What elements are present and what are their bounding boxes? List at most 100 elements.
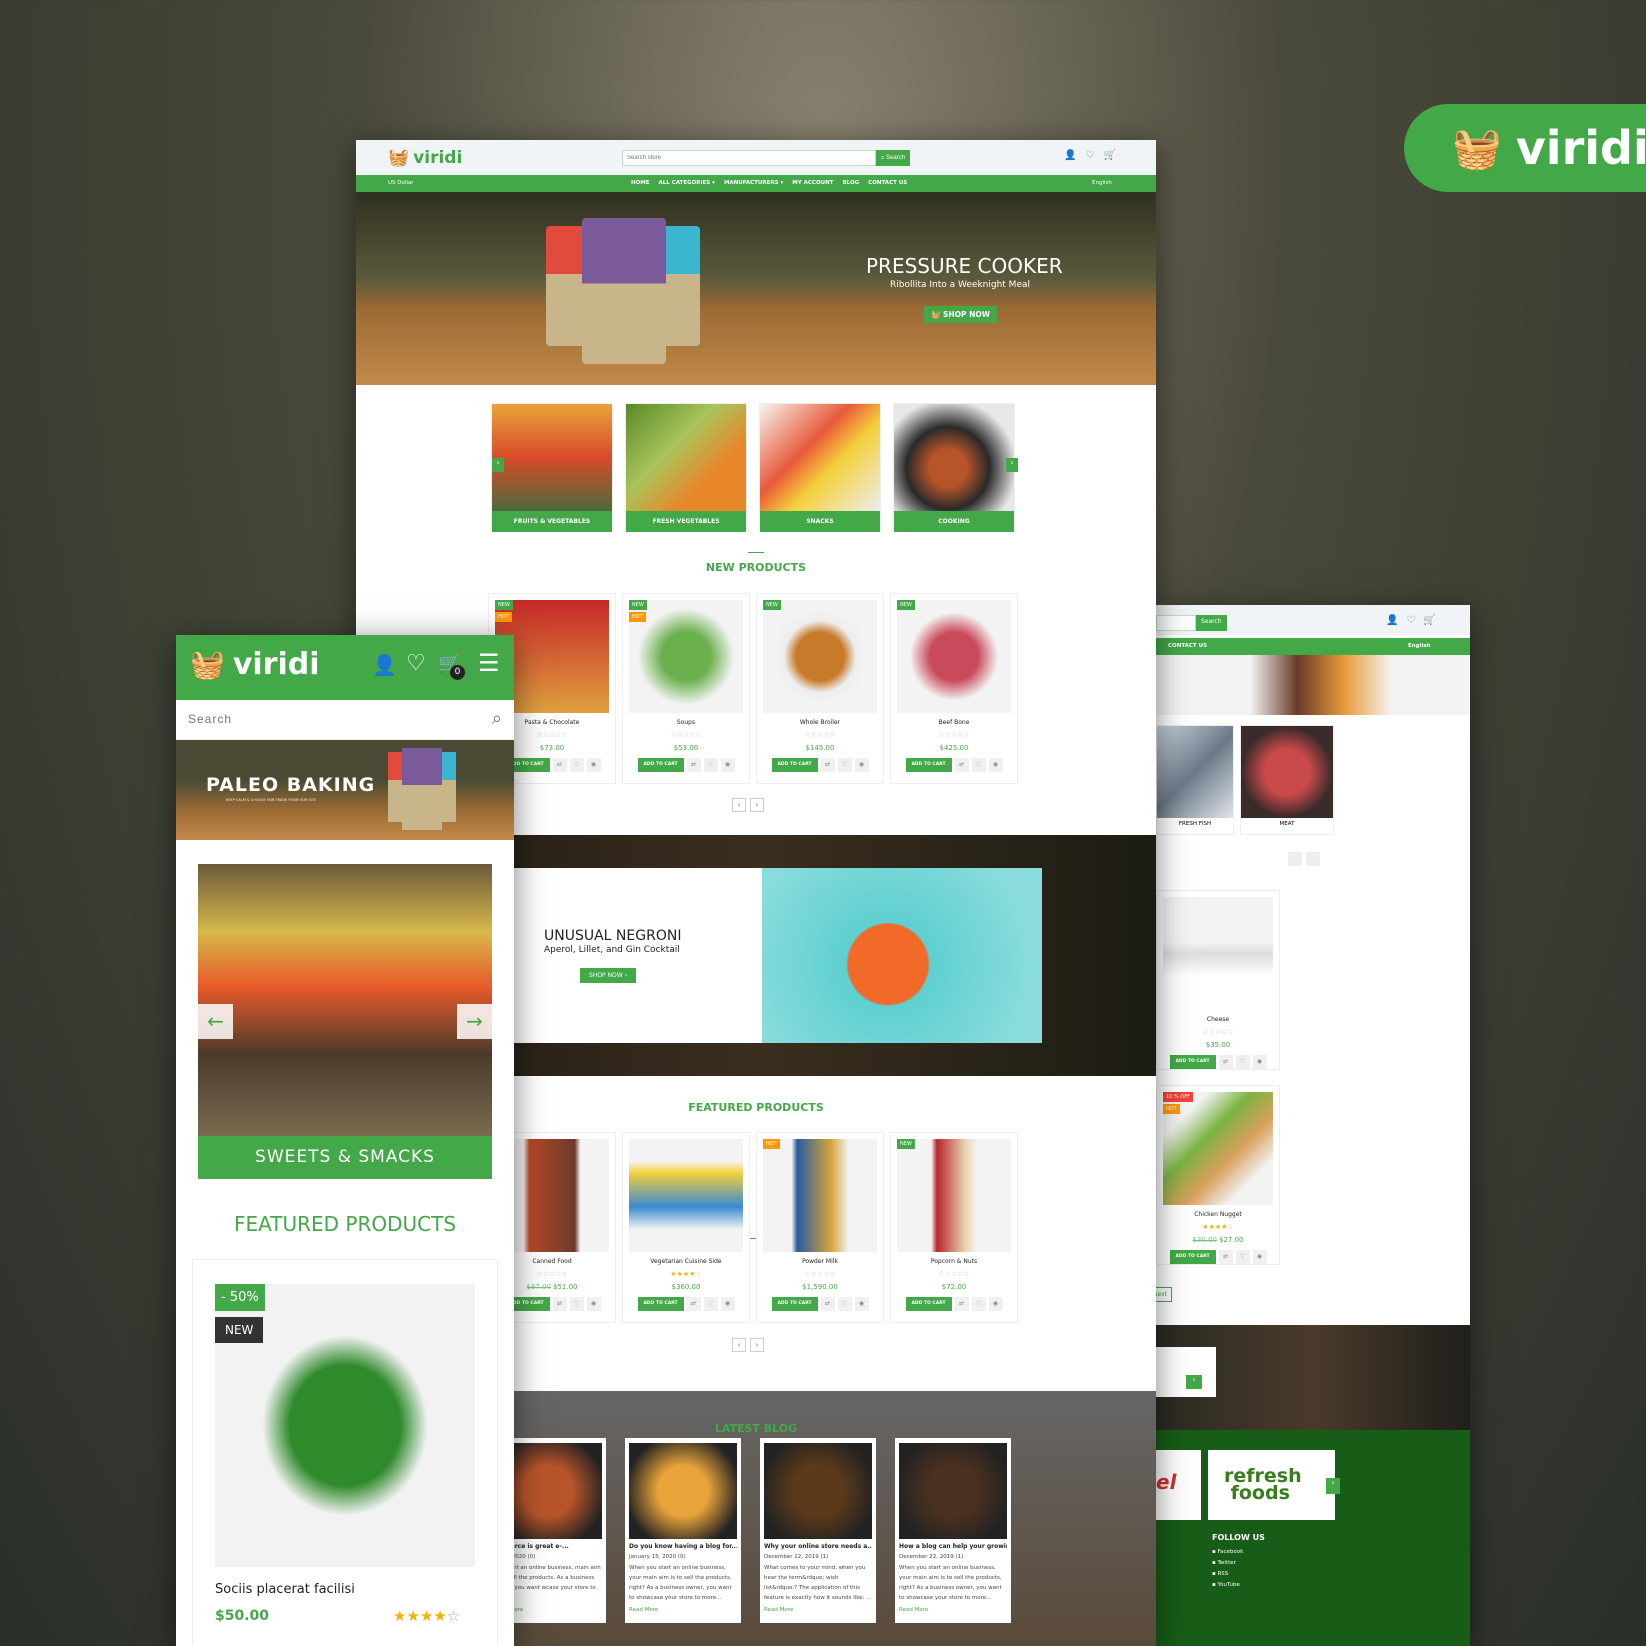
next-arrow-button[interactable]: →: [457, 1004, 492, 1039]
quick-view-icon[interactable]: ◉: [854, 1297, 869, 1311]
read-more-link[interactable]: Read More: [629, 1607, 737, 1613]
product-name[interactable]: Whole Broiler: [757, 719, 883, 726]
carousel-next-button[interactable]: ›: [1326, 1478, 1340, 1494]
compare-icon[interactable]: ⇄: [1218, 1055, 1233, 1069]
product-name[interactable]: Vegetarian Cuisine Side: [623, 1258, 749, 1265]
add-to-cart-button[interactable]: ADD TO CART: [771, 758, 818, 772]
search-button[interactable]: ⌕ Search: [876, 150, 911, 166]
product-name[interactable]: Soups: [623, 719, 749, 726]
nav-blog[interactable]: BLOG: [842, 180, 859, 186]
category-fruits-vegetables[interactable]: FRUITS & VEGETABLES: [491, 403, 613, 532]
next-page-button[interactable]: ›: [750, 1338, 764, 1352]
add-to-cart-button[interactable]: ADD TO CART: [1169, 1055, 1216, 1069]
nav-home[interactable]: HOME: [631, 180, 650, 186]
add-to-cart-button[interactable]: ADD TO CART: [1169, 1250, 1216, 1264]
blog-card[interactable]: Why your online store needs a... Decembe…: [760, 1438, 876, 1623]
language-select[interactable]: English: [1408, 643, 1431, 649]
blog-post-title[interactable]: How a blog can help your growin...: [899, 1543, 1007, 1550]
social-rss[interactable]: ▪ RSS: [1212, 1569, 1243, 1580]
quick-view-icon[interactable]: ◉: [720, 758, 735, 772]
wishlist-icon[interactable]: ♡: [1235, 1250, 1250, 1264]
wishlist-icon[interactable]: ♡: [569, 758, 584, 772]
next-page-button[interactable]: ›: [750, 798, 764, 812]
product-card[interactable]: NEW Beef Bone ☆☆☆☆☆ $425.00 ADD TO CART ⇄…: [890, 593, 1018, 784]
quick-view-icon[interactable]: ◉: [988, 758, 1003, 772]
category-meat[interactable]: MEAT: [1240, 725, 1334, 835]
compare-icon[interactable]: ⇄: [686, 758, 701, 772]
wishlist-icon[interactable]: ♡: [971, 1297, 986, 1311]
shop-now-button[interactable]: 🧺 SHOP NOW: [924, 306, 998, 323]
blog-post-title[interactable]: Why your online store needs a...: [764, 1543, 872, 1550]
category-cooking[interactable]: COOKING: [893, 403, 1015, 532]
wishlist-icon[interactable]: ♡: [837, 1297, 852, 1311]
wishlist-icon[interactable]: ♡: [703, 758, 718, 772]
nav-all-categories[interactable]: ALL CATEGORIES ▾: [659, 180, 715, 186]
search-icon[interactable]: ⌕: [492, 708, 502, 729]
social-youtube[interactable]: ▪ YouTube: [1212, 1580, 1243, 1591]
next-button[interactable]: Next: [1156, 1287, 1172, 1302]
category-prev-button[interactable]: ‹: [492, 458, 504, 472]
product-card[interactable]: HOT Powder Milk ☆☆☆☆☆ $1,590.00 ADD TO C…: [756, 1132, 884, 1323]
nav-contact-us[interactable]: CONTACT US: [868, 180, 907, 186]
search-input[interactable]: [176, 700, 456, 738]
cart-icon[interactable]: 🛒: [1423, 615, 1435, 626]
subscribe-button[interactable]: ›: [1186, 1375, 1202, 1389]
wishlist-icon[interactable]: ♡: [1406, 615, 1415, 626]
social-facebook[interactable]: ▪ Facebook: [1212, 1547, 1243, 1558]
product-card[interactable]: - 50% NEW Sociis placerat facilisi $50.0…: [192, 1259, 498, 1646]
category-snacks[interactable]: SNACKS: [759, 403, 881, 532]
prev-arrow-button[interactable]: ←: [198, 1004, 233, 1039]
search-button[interactable]: Search: [1196, 615, 1227, 631]
quick-view-icon[interactable]: ◉: [1252, 1055, 1267, 1069]
quick-view-icon[interactable]: ◉: [720, 1297, 735, 1311]
list-view-icon[interactable]: [1306, 852, 1320, 866]
product-name[interactable]: Powder Milk: [757, 1258, 883, 1265]
product-card[interactable]: 10 % OFF HOT Chicken Nugget ★★★★☆ $30.00…: [1156, 1085, 1280, 1265]
compare-icon[interactable]: ⇄: [954, 1297, 969, 1311]
compare-icon[interactable]: ⇄: [552, 758, 567, 772]
wishlist-icon[interactable]: ♡: [971, 758, 986, 772]
add-to-cart-button[interactable]: ADD TO CART: [905, 1297, 952, 1311]
nav-my-account[interactable]: MY ACCOUNT: [792, 180, 833, 186]
category-fresh-vegetables[interactable]: FRESH VEGETABLES: [625, 403, 747, 532]
product-card[interactable]: NEW Popcorn & Nuts ☆☆☆☆☆ $72.00 ADD TO C…: [890, 1132, 1018, 1323]
social-twitter[interactable]: ▪ Twitter: [1212, 1558, 1243, 1569]
product-name[interactable]: Beef Bone: [891, 719, 1017, 726]
quick-view-icon[interactable]: ◉: [1252, 1250, 1267, 1264]
user-icon[interactable]: 👤: [372, 653, 397, 677]
grid-view-icon[interactable]: [1288, 852, 1302, 866]
user-icon[interactable]: 👤: [1064, 150, 1076, 161]
menu-icon[interactable]: ☰: [478, 649, 500, 677]
search-input[interactable]: [622, 150, 876, 166]
wishlist-icon[interactable]: ♡: [1086, 150, 1095, 161]
user-icon[interactable]: 👤: [1386, 615, 1398, 626]
product-name[interactable]: Popcorn & Nuts: [891, 1258, 1017, 1265]
quick-view-icon[interactable]: ◉: [988, 1297, 1003, 1311]
cart-icon[interactable]: 🛒: [1104, 150, 1116, 161]
prev-page-button[interactable]: ‹: [732, 798, 746, 812]
banner-shop-now-button[interactable]: SHOP NOW ›: [580, 968, 637, 983]
product-card[interactable]: NEW HOT Soups ☆☆☆☆☆ $53.00 ADD TO CART ⇄ ♡ ◉: [622, 593, 750, 784]
product-card[interactable]: NEW Whole Broiler ☆☆☆☆☆ $145.00 ADD TO C…: [756, 593, 884, 784]
wishlist-icon[interactable]: ♡: [569, 1297, 584, 1311]
nav-manufacturers[interactable]: MANUFACTURERS ▾: [724, 180, 783, 186]
product-card[interactable]: Vegetarian Cuisine Side ★★★★☆ $360.00 AD…: [622, 1132, 750, 1323]
read-more-link[interactable]: Read More: [764, 1607, 872, 1613]
language-select[interactable]: English: [1092, 180, 1112, 186]
quick-view-icon[interactable]: ◉: [586, 1297, 601, 1311]
blog-post-title[interactable]: Do you know having a blog for...: [629, 1543, 737, 1550]
compare-icon[interactable]: ⇄: [552, 1297, 567, 1311]
blog-card[interactable]: Do you know having a blog for... January…: [625, 1438, 741, 1623]
category-next-button[interactable]: ›: [1006, 458, 1018, 472]
nav-contact[interactable]: CONTACT US: [1168, 643, 1207, 649]
compare-icon[interactable]: ⇄: [820, 1297, 835, 1311]
wishlist-icon[interactable]: ♡: [837, 758, 852, 772]
compare-icon[interactable]: ⇄: [1218, 1250, 1233, 1264]
blog-card[interactable]: How a blog can help your growin... Decem…: [895, 1438, 1011, 1623]
compare-icon[interactable]: ⇄: [686, 1297, 701, 1311]
quick-view-icon[interactable]: ◉: [586, 758, 601, 772]
add-to-cart-button[interactable]: ADD TO CART: [905, 758, 952, 772]
currency-select[interactable]: US Dollar: [388, 180, 414, 186]
add-to-cart-button[interactable]: ADD TO CART: [771, 1297, 818, 1311]
wishlist-icon[interactable]: ♡: [1235, 1055, 1250, 1069]
